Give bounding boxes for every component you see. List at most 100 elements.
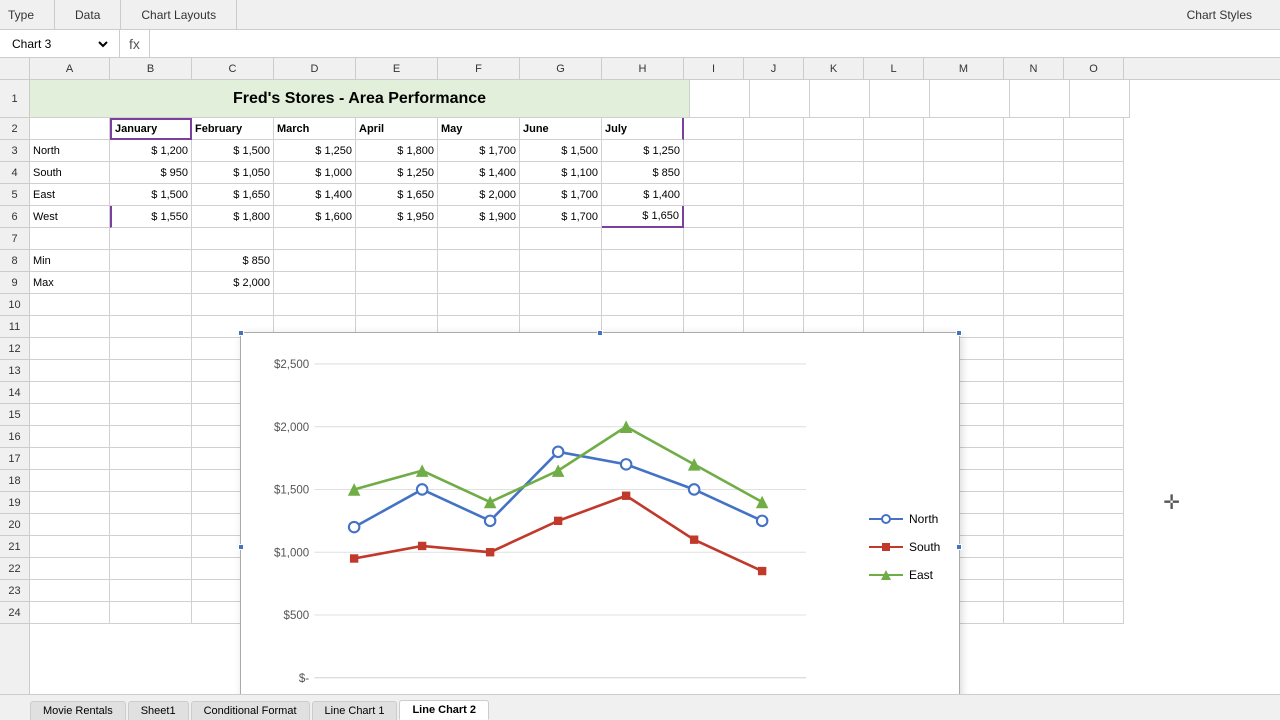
cell-11N[interactable] <box>1004 316 1064 338</box>
cell-10D[interactable] <box>274 294 356 316</box>
cell-6L[interactable] <box>864 206 924 228</box>
cell-2M[interactable] <box>924 118 1004 140</box>
cell-8J[interactable] <box>744 250 804 272</box>
tab-line-chart-1[interactable]: Line Chart 1 <box>312 701 398 720</box>
cell-23B[interactable] <box>110 580 192 602</box>
col-header-J[interactable]: J <box>744 58 804 79</box>
cell-1I[interactable] <box>690 80 750 118</box>
cell-3L[interactable] <box>864 140 924 162</box>
cell-7F[interactable] <box>438 228 520 250</box>
cell-17O[interactable] <box>1064 448 1124 470</box>
cell-10C[interactable] <box>192 294 274 316</box>
cell-16N[interactable] <box>1004 426 1064 448</box>
cell-16B[interactable] <box>110 426 192 448</box>
cell-2F[interactable]: May <box>438 118 520 140</box>
cell-7L[interactable] <box>864 228 924 250</box>
tab-sheet1[interactable]: Sheet1 <box>128 701 189 720</box>
col-header-A[interactable]: A <box>30 58 110 79</box>
cell-3N[interactable] <box>1004 140 1064 162</box>
cell-2G[interactable]: June <box>520 118 602 140</box>
col-header-O[interactable]: O <box>1064 58 1124 79</box>
cell-5M[interactable] <box>924 184 1004 206</box>
cell-4H[interactable]: $ 850 <box>602 162 684 184</box>
cell-13A[interactable] <box>30 360 110 382</box>
cell-1O[interactable] <box>1070 80 1130 118</box>
chart-handle-tr[interactable] <box>956 330 962 336</box>
cell-17N[interactable] <box>1004 448 1064 470</box>
cell-11B[interactable] <box>110 316 192 338</box>
cell-7N[interactable] <box>1004 228 1064 250</box>
cell-14B[interactable] <box>110 382 192 404</box>
cell-8A[interactable]: Min <box>30 250 110 272</box>
cell-20A[interactable] <box>30 514 110 536</box>
cell-9H[interactable] <box>602 272 684 294</box>
cell-24N[interactable] <box>1004 602 1064 624</box>
cell-12A[interactable] <box>30 338 110 360</box>
cell-21N[interactable] <box>1004 536 1064 558</box>
cell-10E[interactable] <box>356 294 438 316</box>
cell-2A[interactable] <box>30 118 110 140</box>
cell-5O[interactable] <box>1064 184 1124 206</box>
col-header-G[interactable]: G <box>520 58 602 79</box>
cell-2I[interactable] <box>684 118 744 140</box>
cell-21B[interactable] <box>110 536 192 558</box>
cell-10K[interactable] <box>804 294 864 316</box>
cell-10N[interactable] <box>1004 294 1064 316</box>
cell-2B[interactable]: January <box>110 118 192 140</box>
cell-7M[interactable] <box>924 228 1004 250</box>
cell-2O[interactable] <box>1064 118 1124 140</box>
name-box[interactable]: Chart 3 <box>0 30 120 57</box>
cell-2L[interactable] <box>864 118 924 140</box>
cell-20N[interactable] <box>1004 514 1064 536</box>
cell-6J[interactable] <box>744 206 804 228</box>
cell-5G[interactable]: $ 1,700 <box>520 184 602 206</box>
cell-10G[interactable] <box>520 294 602 316</box>
cell-4A[interactable]: South <box>30 162 110 184</box>
cell-3E[interactable]: $ 1,800 <box>356 140 438 162</box>
cell-6K[interactable] <box>804 206 864 228</box>
cell-4D[interactable]: $ 1,000 <box>274 162 356 184</box>
cell-12O[interactable] <box>1064 338 1124 360</box>
toolbar-type[interactable]: Type <box>8 0 55 29</box>
cell-17B[interactable] <box>110 448 192 470</box>
cell-11O[interactable] <box>1064 316 1124 338</box>
cell-23O[interactable] <box>1064 580 1124 602</box>
cell-6O[interactable] <box>1064 206 1124 228</box>
cell-7H[interactable] <box>602 228 684 250</box>
col-header-C[interactable]: C <box>192 58 274 79</box>
cell-6M[interactable] <box>924 206 1004 228</box>
cell-3H[interactable]: $ 1,250 <box>602 140 684 162</box>
col-header-E[interactable]: E <box>356 58 438 79</box>
cell-15N[interactable] <box>1004 404 1064 426</box>
cell-22N[interactable] <box>1004 558 1064 580</box>
cell-10F[interactable] <box>438 294 520 316</box>
cell-8H[interactable] <box>602 250 684 272</box>
cell-5A[interactable]: East <box>30 184 110 206</box>
cell-9E[interactable] <box>356 272 438 294</box>
cell-7A[interactable] <box>30 228 110 250</box>
cell-4O[interactable] <box>1064 162 1124 184</box>
cell-10I[interactable] <box>684 294 744 316</box>
cell-13N[interactable] <box>1004 360 1064 382</box>
title-cell[interactable]: Fred's Stores - Area Performance <box>30 80 690 118</box>
cell-24O[interactable] <box>1064 602 1124 624</box>
cell-5I[interactable] <box>684 184 744 206</box>
cell-9G[interactable] <box>520 272 602 294</box>
cell-3O[interactable] <box>1064 140 1124 162</box>
chart-handle-mr[interactable] <box>956 544 962 550</box>
cell-1M[interactable] <box>930 80 1010 118</box>
cell-16O[interactable] <box>1064 426 1124 448</box>
cell-8I[interactable] <box>684 250 744 272</box>
cell-4E[interactable]: $ 1,250 <box>356 162 438 184</box>
cell-24A[interactable] <box>30 602 110 624</box>
cell-7I[interactable] <box>684 228 744 250</box>
cell-18A[interactable] <box>30 470 110 492</box>
cell-10M[interactable] <box>924 294 1004 316</box>
cell-21O[interactable] <box>1064 536 1124 558</box>
cell-18N[interactable] <box>1004 470 1064 492</box>
cell-5L[interactable] <box>864 184 924 206</box>
cell-4M[interactable] <box>924 162 1004 184</box>
toolbar-chart-layouts[interactable]: Chart Layouts <box>121 0 237 29</box>
cell-6B[interactable]: $ 1,550 <box>110 206 192 228</box>
cell-15B[interactable] <box>110 404 192 426</box>
